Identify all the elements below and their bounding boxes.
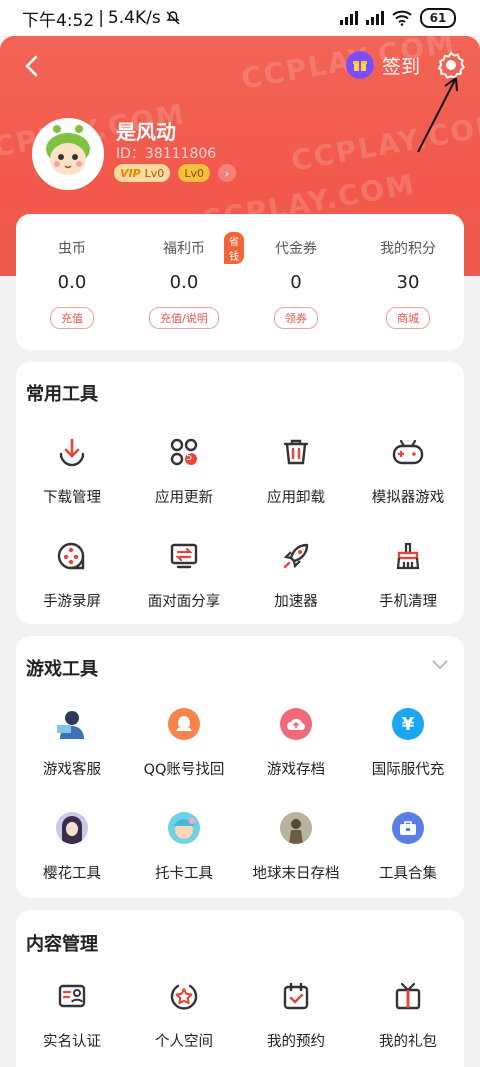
wallet-coins: 虫币 0.0 充值	[16, 214, 128, 350]
common-tools-grid: 下载管理 5 应用更新 应用卸载 模拟器游戏 手游录屏 面对面分享 加速器 手机…	[16, 424, 464, 632]
recharge-info-button[interactable]: 充值/说明	[149, 307, 219, 329]
soldier-avatar-icon	[278, 810, 314, 846]
section-title-common-tools: 常用工具	[26, 384, 98, 405]
tool-face-to-face-share[interactable]: 面对面分享	[128, 528, 240, 632]
wallet-card: 虫币 0.0 充值 省钱 福利币 0.0 充值/说明 代金券 0 领券 我的积分…	[16, 214, 464, 350]
back-arrow-icon[interactable]	[18, 52, 46, 80]
wallet-value: 0.0	[57, 272, 87, 293]
share-transfer-icon	[166, 538, 202, 574]
gift-box-icon	[390, 978, 426, 1014]
wallet-points: 我的积分 30 商城	[352, 214, 464, 350]
annotation-arrow	[417, 77, 458, 153]
section-title-content-management: 内容管理	[26, 934, 98, 955]
level-badge[interactable]: Lv0	[178, 164, 210, 182]
qq-icon	[166, 706, 202, 742]
recharge-button[interactable]: 充值	[50, 307, 94, 329]
sign-in-button[interactable]: 签到	[346, 50, 420, 80]
wallet-vouchers: 代金券 0 领券	[240, 214, 352, 350]
yen-icon: ¥	[390, 706, 426, 742]
toca-avatar-icon	[166, 810, 202, 846]
gift-icon	[346, 51, 374, 79]
screen-record-icon	[54, 538, 90, 574]
tool-app-update[interactable]: 5 应用更新	[128, 424, 240, 528]
calendar-check-icon	[278, 978, 314, 1014]
rocket-icon	[278, 538, 314, 574]
toolbox-icon	[390, 810, 426, 846]
tool-qq-account-recovery[interactable]: QQ账号找回	[128, 696, 240, 800]
chevron-right-icon[interactable]: ›	[217, 164, 236, 182]
user-badges: VIP Lv0 Lv0 ›	[114, 164, 236, 182]
game-tools-grid: 游戏客服 QQ账号找回 游戏存档 ¥ 国际服代充 樱花工具 托卡工具 地球末日存…	[16, 696, 464, 904]
tool-real-name-auth[interactable]: 实名认证	[16, 968, 128, 1067]
tool-personal-space[interactable]: 个人空间	[128, 968, 240, 1067]
tool-app-uninstall[interactable]: 应用卸载	[240, 424, 352, 528]
status-bar: 下午4:52 | 5.4K/s 61	[0, 0, 480, 36]
tool-my-reservations[interactable]: 我的预约	[240, 968, 352, 1067]
tool-screen-record[interactable]: 手游录屏	[16, 528, 128, 632]
user-id: ID：38111806	[116, 146, 217, 162]
wallet-value: 30	[396, 272, 420, 293]
tool-toca[interactable]: 托卡工具	[128, 800, 240, 904]
wallet-label: 福利币	[163, 241, 205, 257]
tool-game-customer-service[interactable]: 游戏客服	[16, 696, 128, 800]
gamepad-icon	[390, 434, 426, 470]
tool-toolkit[interactable]: 工具合集	[352, 800, 464, 904]
section-title-game-tools: 游戏工具	[26, 659, 98, 680]
user-avatar[interactable]	[32, 118, 104, 190]
signal-icon-2	[366, 11, 384, 25]
mute-icon	[166, 11, 180, 25]
get-voucher-button[interactable]: 领券	[274, 307, 318, 329]
tool-my-gift-packs[interactable]: 我的礼包	[352, 968, 464, 1067]
tool-intl-server-recharge[interactable]: ¥ 国际服代充	[352, 696, 464, 800]
tool-sakura[interactable]: 樱花工具	[16, 800, 128, 904]
battery-indicator: 61	[420, 8, 456, 28]
broom-icon	[390, 538, 426, 574]
wallet-welfare-coins: 省钱 福利币 0.0 充值/说明	[128, 214, 244, 350]
update-count-badge: 5	[186, 452, 193, 463]
tool-last-day-earth-save[interactable]: 地球末日存档	[240, 800, 352, 904]
star-badge-icon	[166, 978, 202, 1014]
vip-badge[interactable]: VIP Lv0	[114, 164, 171, 182]
username: 是风动	[116, 120, 176, 144]
cloud-upload-icon	[278, 706, 314, 742]
wifi-icon	[392, 10, 412, 26]
status-time: 下午4:52	[22, 10, 95, 31]
wallet-value: 0.0	[169, 272, 199, 293]
tool-emulator-games[interactable]: 模拟器游戏	[352, 424, 464, 528]
mall-button[interactable]: 商城	[386, 307, 430, 329]
chevron-down-icon[interactable]	[430, 658, 450, 672]
wallet-label: 代金券	[275, 241, 317, 257]
id-card-icon	[54, 978, 90, 1014]
customer-service-icon	[54, 706, 90, 742]
wallet-label: 虫币	[58, 241, 86, 257]
trash-icon	[278, 434, 314, 470]
tool-game-save[interactable]: 游戏存档	[240, 696, 352, 800]
wallet-value: 0	[290, 272, 302, 293]
wallet-label: 我的积分	[380, 241, 436, 257]
signal-icon	[340, 11, 358, 25]
sakura-avatar-icon	[54, 810, 90, 846]
tool-download-manager[interactable]: 下载管理	[16, 424, 128, 528]
download-icon	[54, 434, 90, 470]
tool-phone-cleanup[interactable]: 手机清理	[352, 528, 464, 632]
tool-accelerator[interactable]: 加速器	[240, 528, 352, 632]
app-update-icon: 5	[166, 434, 202, 470]
content-management-grid: 实名认证 个人空间 我的预约 我的礼包	[16, 968, 464, 1067]
status-network-speed: 5.4K/s	[107, 8, 161, 28]
